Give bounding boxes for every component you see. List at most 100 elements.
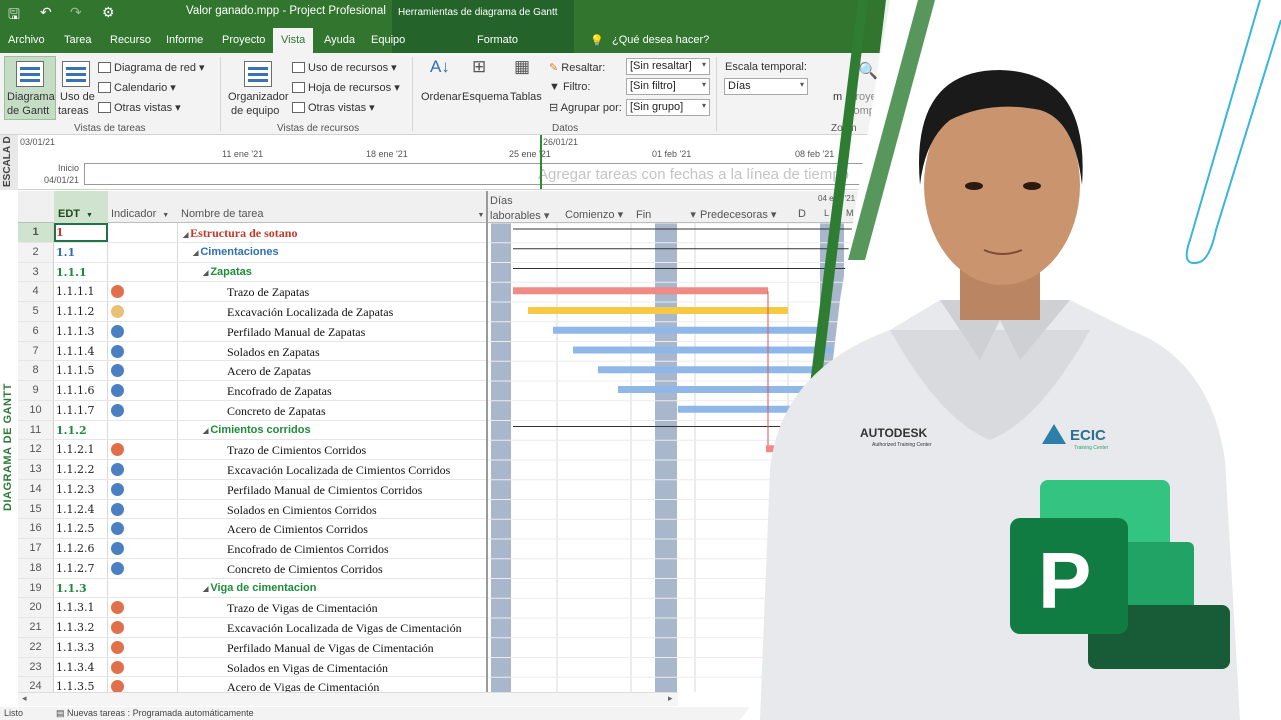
row-number[interactable]: 9 <box>18 381 54 400</box>
sort-button[interactable]: Ordenar <box>421 91 461 103</box>
edt-cell[interactable]: 1.1.3 <box>56 582 87 595</box>
customize-icon[interactable]: ⚙ <box>102 4 115 21</box>
task-name-cell[interactable]: Encofrado de Zapatas <box>227 384 332 399</box>
row-number[interactable]: 2 <box>18 242 54 262</box>
task-name-cell[interactable]: Perfilado Manual de Cimientos Corridos <box>227 483 422 498</box>
table-row[interactable]: 15 1.1.2.4 Solados en Cimientos Corridos <box>18 499 486 520</box>
task-name-cell[interactable]: ◢ Cimentaciones <box>193 246 279 258</box>
table-row[interactable]: 9 1.1.1.6 Encofrado de Zapatas <box>18 381 486 401</box>
table-row[interactable]: 13 1.1.2.2 Excavación Localizada de Cimien… <box>18 460 486 480</box>
row-number[interactable]: 11 <box>18 420 54 440</box>
edt-cell[interactable]: 1.1.2.5 <box>56 522 94 535</box>
redo-icon[interactable]: ↷ <box>70 4 82 21</box>
col-header-indicator[interactable]: Indicador ▼ <box>111 208 169 220</box>
task-name-cell[interactable]: Acero de Cimientos Corridos <box>227 522 368 537</box>
task-name-cell[interactable]: Perfilado Manual de Zapatas <box>227 325 365 340</box>
edt-cell[interactable]: 1.1.3.4 <box>56 661 94 674</box>
tab-formato[interactable]: Formato <box>477 34 518 46</box>
row-number[interactable]: 14 <box>18 479 54 499</box>
table-row[interactable]: 16 1.1.2.5 Acero de Cimientos Corridos <box>18 519 486 539</box>
task-name-cell[interactable]: Excavación Localizada de Cimientos Corri… <box>227 463 450 478</box>
edt-cell[interactable]: 1.1.2 <box>56 424 87 437</box>
table-row[interactable]: 17 1.1.2.6 Encofrado de Cimientos Corridos <box>18 539 486 559</box>
edt-cell[interactable]: 1.1.2.6 <box>56 542 94 555</box>
task-name-cell[interactable]: Concreto de Zapatas <box>227 404 326 419</box>
task-name-cell[interactable]: Trazo de Zapatas <box>227 285 309 300</box>
row-number[interactable]: 21 <box>18 618 54 637</box>
row-number[interactable]: 10 <box>18 400 54 420</box>
table-row[interactable]: 4 1.1.1.1 Trazo de Zapatas <box>18 282 486 302</box>
resource-sheet-button[interactable]: Hoja de recursos ▾ <box>292 81 400 94</box>
calendar-button[interactable]: Calendario ▾ <box>98 81 176 94</box>
table-row[interactable]: 19 1.1.3 ◢ Viga de cimentacion <box>18 578 486 599</box>
tab-equipo[interactable]: Equipo <box>371 34 405 46</box>
task-name-cell[interactable]: Concreto de Cimientos Corridos <box>227 562 383 577</box>
table-row[interactable]: 14 1.1.2.3 Perfilado Manual de Cimientos C… <box>18 479 486 500</box>
col-header-start[interactable]: Comienzo ▾ <box>565 208 623 221</box>
table-row[interactable]: 7 1.1.1.4 Solados en Zapatas <box>18 341 486 362</box>
task-name-cell[interactable]: Excavación Localizada de Zapatas <box>227 305 393 320</box>
task-name-cell[interactable]: Encofrado de Cimientos Corridos <box>227 542 389 557</box>
status-new-tasks[interactable]: ▤ Nuevas tareas : Programada automáticam… <box>56 708 254 719</box>
edt-cell[interactable]: 1.1.1.4 <box>56 345 94 358</box>
row-number[interactable]: 6 <box>18 321 54 341</box>
undo-icon[interactable]: ↶ <box>40 4 52 21</box>
tell-me-box[interactable]: ¿Qué desea hacer? <box>612 34 709 46</box>
col-header-name[interactable]: Nombre de tarea ▼ <box>181 208 484 220</box>
table-row[interactable]: 12 1.1.2.1 Trazo de Cimientos Corridos <box>18 440 486 460</box>
edt-cell[interactable]: 1.1.1.3 <box>56 325 94 338</box>
tab-recurso[interactable]: Recurso <box>110 34 151 46</box>
edt-cell[interactable]: 1.1.2.4 <box>56 503 94 516</box>
team-planner-label-1[interactable]: Organizador <box>228 91 289 103</box>
task-name-cell[interactable]: Solados en Vigas de Cimentación <box>227 661 388 676</box>
table-row[interactable]: 21 1.1.3.2 Excavación Localizada de Vigas … <box>18 618 486 638</box>
col-header-days-1[interactable]: Días <box>490 195 513 207</box>
table-row[interactable]: 23 1.1.3.4 Solados en Vigas de Cimentación <box>18 657 486 678</box>
sort-icon[interactable]: A↓ <box>430 57 450 77</box>
row-number[interactable]: 15 <box>18 499 54 519</box>
other-resource-views-button[interactable]: Otras vistas ▾ <box>292 101 375 114</box>
row-number[interactable]: 1 <box>18 223 54 242</box>
tab-vista[interactable]: Vista <box>273 28 314 53</box>
tables-button[interactable]: Tablas <box>510 91 542 103</box>
scroll-right-icon[interactable]: ▸ <box>668 693 673 704</box>
scroll-left-icon[interactable]: ◂ <box>22 693 27 704</box>
row-number[interactable]: 12 <box>18 440 54 459</box>
task-name-cell[interactable]: Trazo de Cimientos Corridos <box>227 443 366 458</box>
group-select[interactable]: [Sin grupo] ▾ <box>626 99 710 116</box>
task-name-cell[interactable]: ◢ Viga de cimentacion <box>203 582 317 594</box>
row-number[interactable]: 19 <box>18 578 54 598</box>
tab-informe[interactable]: Informe <box>166 34 203 46</box>
edt-cell[interactable]: 1.1.1.5 <box>56 364 94 377</box>
task-usage-label-1[interactable]: Uso de <box>60 91 95 103</box>
table-row[interactable]: 1 1 ◢ Estructura de sotano <box>18 223 486 243</box>
task-name-cell[interactable]: ◢ Cimientos corridos <box>203 424 311 436</box>
tab-archivo[interactable]: Archivo <box>8 34 45 46</box>
edt-cell[interactable]: 1.1.3.3 <box>56 641 94 654</box>
row-number[interactable]: 7 <box>18 341 54 361</box>
table-row[interactable]: 5 1.1.1.2 Excavación Localizada de Zapatas <box>18 302 486 322</box>
row-number[interactable]: 4 <box>18 282 54 301</box>
table-row[interactable]: 18 1.1.2.7 Concreto de Cimientos Corridos <box>18 558 486 579</box>
row-number[interactable]: 8 <box>18 361 54 380</box>
team-planner-label-2[interactable]: de equipo <box>231 105 279 117</box>
other-task-views-button[interactable]: Otras vistas ▾ <box>98 101 181 114</box>
table-row[interactable]: 20 1.1.3.1 Trazo de Vigas de Cimentación <box>18 598 486 618</box>
tables-icon[interactable]: ▦ <box>514 57 530 77</box>
edt-cell[interactable]: 1.1.1 <box>56 266 87 279</box>
table-row[interactable]: 22 1.1.3.3 Perfilado Manual de Vigas de Ci… <box>18 637 486 658</box>
edt-cell[interactable]: 1.1.1.1 <box>56 285 94 298</box>
task-name-cell[interactable]: Trazo de Vigas de Cimentación <box>227 601 378 616</box>
resource-usage-button[interactable]: Uso de recursos ▾ <box>292 61 397 74</box>
tab-tarea[interactable]: Tarea <box>64 34 92 46</box>
tab-ayuda[interactable]: Ayuda <box>324 34 355 46</box>
table-row[interactable]: 8 1.1.1.5 Acero de Zapatas <box>18 361 486 381</box>
edt-cell[interactable]: 1.1.2.2 <box>56 463 94 476</box>
row-number[interactable]: 22 <box>18 637 54 657</box>
col-header-days-2[interactable]: laborables ▾ <box>490 209 549 222</box>
row-number[interactable]: 23 <box>18 657 54 677</box>
table-row[interactable]: 2 1.1 ◢ Cimentaciones <box>18 242 486 263</box>
edt-cell[interactable]: 1.1.1.2 <box>56 305 94 318</box>
task-name-cell[interactable]: Solados en Cimientos Corridos <box>227 503 377 518</box>
row-number[interactable]: 18 <box>18 558 54 578</box>
